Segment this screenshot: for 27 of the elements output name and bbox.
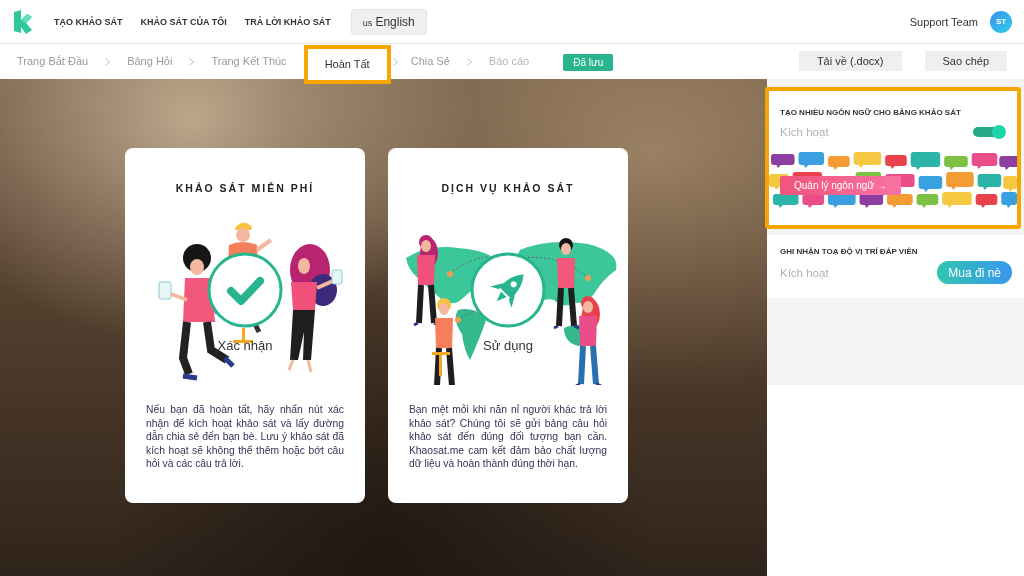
chevron-icon	[105, 58, 111, 66]
chevron-icon	[189, 58, 195, 66]
feature-title: GHI NHẬN TOẠ ĐỘ VỊ TRÍ ĐÁP VIÊN	[780, 247, 919, 257]
saved-badge: Đã lưu	[563, 54, 614, 71]
card-description: Nếu bạn đã hoàn tất, hãy nhấn nút xác nhận để kích hoạt khảo sát và lấy đường dẫn chia sẻ đến bạn bè. Lưu ý khảo sát đã kích hoạt sẽ không thể thêm hoặc bớt câu hỏi và các câu trả lời.	[146, 403, 344, 471]
action-button[interactable]: Tải về (.docx)	[798, 51, 902, 71]
toggle-switch[interactable]	[973, 125, 1006, 139]
card-title: KHẢO SÁT MIỄN PHÍ	[175, 181, 315, 195]
chevron-icon	[392, 58, 398, 66]
nav-link[interactable]: TRẢ LỜI KHẢO SÁT	[244, 16, 331, 27]
nav-link[interactable]: KHẢO SÁT CỦA TÔI	[140, 16, 227, 27]
nav-link[interactable]: TẠO KHẢO SÁT	[54, 16, 123, 27]
card-description: Bạn mệt mỏi khi năn nỉ người khác trả lời khảo sát? Chúng tôi sẽ gửi bảng câu hỏi khảo sát đến đúng đối tượng bạn cần. Khaosat.me cam kết đảm bảo chất lượng dữ liệu và hoàn thành đúng thời hạn.	[409, 403, 607, 471]
language-button[interactable]: us English	[350, 8, 427, 35]
card-title: DỊCH VỤ KHẢO SÁT	[441, 181, 575, 195]
step-tab[interactable]: Hoàn Tất	[303, 45, 391, 84]
check-circle-icon	[207, 252, 283, 328]
user-name[interactable]: Support Team	[909, 15, 978, 28]
status-label: Kích hoạt	[780, 126, 829, 138]
rocket-circle-icon	[470, 252, 546, 328]
logo-icon[interactable]	[12, 9, 32, 34]
status-label: Kích hoạt	[780, 266, 829, 279]
chevron-icon	[466, 58, 472, 66]
action-button[interactable]: Xác nhận	[205, 252, 285, 353]
action-button[interactable]: Sao chép	[924, 51, 1007, 71]
action-button[interactable]: Sử dụng	[468, 252, 548, 353]
feature-title: TẠO NHIỀU NGÔN NGỮ CHO BẢNG KHẢO SÁT	[779, 108, 962, 118]
